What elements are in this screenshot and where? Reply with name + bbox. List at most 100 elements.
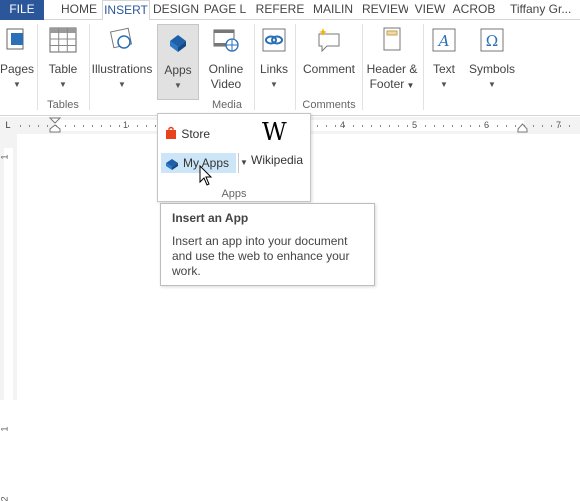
illustrations-button[interactable]: Illustrations ▼ (90, 24, 154, 106)
ruler-tick (317, 125, 318, 127)
vertical-ruler-number: 1 (0, 426, 10, 432)
text-button[interactable]: A Text ▼ (426, 24, 462, 106)
header-footer-line2: Footer (369, 77, 405, 91)
ruler-tick (362, 125, 363, 127)
chevron-down-icon[interactable]: ▼ (238, 153, 249, 173)
ruler-tick (380, 125, 381, 127)
apps-icon (170, 35, 186, 52)
ruler-tick (326, 125, 327, 127)
chevron-down-icon: ▼ (118, 80, 126, 89)
ribbon-tab-bar: FILE HOME INSERT DESIGN PAGE L REFERE MA… (0, 0, 580, 21)
tab-home[interactable]: HOME (56, 0, 102, 20)
insert-ribbon: Pages ▼ Table ▼ Tables Illustrations ▼ A… (0, 20, 580, 116)
table-icon (49, 27, 77, 53)
apps-button[interactable]: Apps ▼ (157, 24, 199, 100)
group-label-comments: Comments (302, 99, 356, 111)
tab-references[interactable]: REFERE (255, 0, 305, 20)
ruler-tick (470, 125, 471, 127)
indent-marker-icon[interactable] (48, 117, 62, 134)
online-video-button[interactable]: Online Video (203, 24, 249, 106)
tab-selector[interactable]: L (2, 119, 14, 131)
ruler-tick (65, 125, 66, 127)
tab-page-layout[interactable]: PAGE L (202, 0, 248, 20)
header-footer-button[interactable]: Header & Footer ▼ (364, 24, 420, 106)
wikipedia-button[interactable]: Wikipedia (251, 153, 303, 167)
chevron-down-icon: ▼ (440, 80, 448, 89)
apps-dropdown: Store W My Apps ▼ Wikipedia Apps (157, 113, 311, 202)
group-label-tables: Tables (47, 99, 79, 111)
ruler-tick (434, 125, 435, 127)
table-label: Table (48, 62, 78, 76)
apps-label: Apps (164, 63, 192, 77)
ruler-tick (488, 125, 489, 127)
online-video-icon (213, 29, 239, 52)
pages-icon (6, 28, 24, 50)
ruler-tick (524, 125, 525, 127)
ruler-tick (389, 125, 390, 127)
symbols-button[interactable]: Ω Symbols ▼ (466, 24, 518, 106)
ruler-tick (425, 125, 426, 127)
user-account[interactable]: Tiffany Gr... (510, 0, 580, 20)
separator (254, 24, 255, 110)
ruler-tick (146, 125, 147, 127)
group-label-media: Media (212, 99, 242, 111)
chevron-down-icon: ▼ (270, 80, 278, 89)
pages-button[interactable]: Pages ▼ (0, 24, 34, 106)
apps-icon (166, 159, 178, 170)
tab-acrobat[interactable]: ACROB (450, 0, 498, 20)
ruler-tick (47, 125, 48, 127)
new-comment-icon (318, 28, 340, 53)
right-indent-marker-icon[interactable] (517, 123, 528, 133)
ruler-tick (101, 125, 102, 127)
ruler-tick (506, 125, 507, 127)
tab-insert[interactable]: INSERT (102, 0, 150, 21)
symbols-label: Symbols (468, 62, 515, 76)
tab-design[interactable]: DESIGN (152, 0, 200, 20)
ruler-tick (335, 125, 336, 127)
links-label: Links (259, 62, 288, 76)
store-button[interactable]: Store (164, 126, 210, 141)
separator (362, 24, 363, 110)
online-video-line1: Online (208, 62, 244, 76)
mouse-pointer-icon (199, 165, 213, 186)
comment-button[interactable]: Comment (298, 24, 360, 106)
separator (423, 24, 424, 110)
ruler-tick (20, 125, 21, 127)
vertical-ruler: 1 1 2 (0, 134, 17, 502)
vertical-ruler-text-area (4, 148, 13, 400)
svg-text:A: A (437, 32, 450, 50)
ruler-tick (137, 125, 138, 127)
ruler-tick (74, 125, 75, 127)
tab-mailings[interactable]: MAILIN (308, 0, 358, 20)
insert-app-tooltip: Insert an App Insert an app into your do… (160, 203, 375, 286)
ruler-tick (443, 125, 444, 127)
svg-text:Ω: Ω (486, 32, 498, 50)
chevron-down-icon: ▼ (13, 80, 21, 89)
store-label: Store (181, 127, 211, 141)
online-video-label: Online Video (203, 62, 249, 92)
ruler-tick (497, 125, 498, 127)
group-label-apps: Apps (221, 188, 247, 200)
pages-label: Pages (0, 62, 35, 76)
illustrations-label: Illustrations (91, 62, 153, 76)
ruler-tick (110, 125, 111, 127)
separator (37, 24, 38, 110)
ruler-tick (407, 125, 408, 127)
chevron-down-icon: ▼ (59, 80, 67, 89)
links-icon (262, 28, 286, 52)
tab-view[interactable]: VIEW (413, 0, 447, 20)
links-button[interactable]: Links ▼ (256, 24, 292, 106)
ruler-tick (398, 125, 399, 127)
ruler-tick (353, 125, 354, 127)
chevron-down-icon: ▼ (404, 81, 415, 90)
tab-review[interactable]: REVIEW (362, 0, 408, 20)
ruler-tick (551, 125, 552, 127)
ruler-tick (515, 125, 516, 127)
ruler-tick (461, 125, 462, 127)
tooltip-title: Insert an App (172, 211, 249, 225)
store-bag-icon (166, 126, 176, 139)
ruler-tick (128, 125, 129, 127)
tab-file[interactable]: FILE (0, 0, 44, 20)
table-button[interactable]: Table ▼ (40, 24, 86, 106)
ruler-tick (344, 125, 345, 127)
